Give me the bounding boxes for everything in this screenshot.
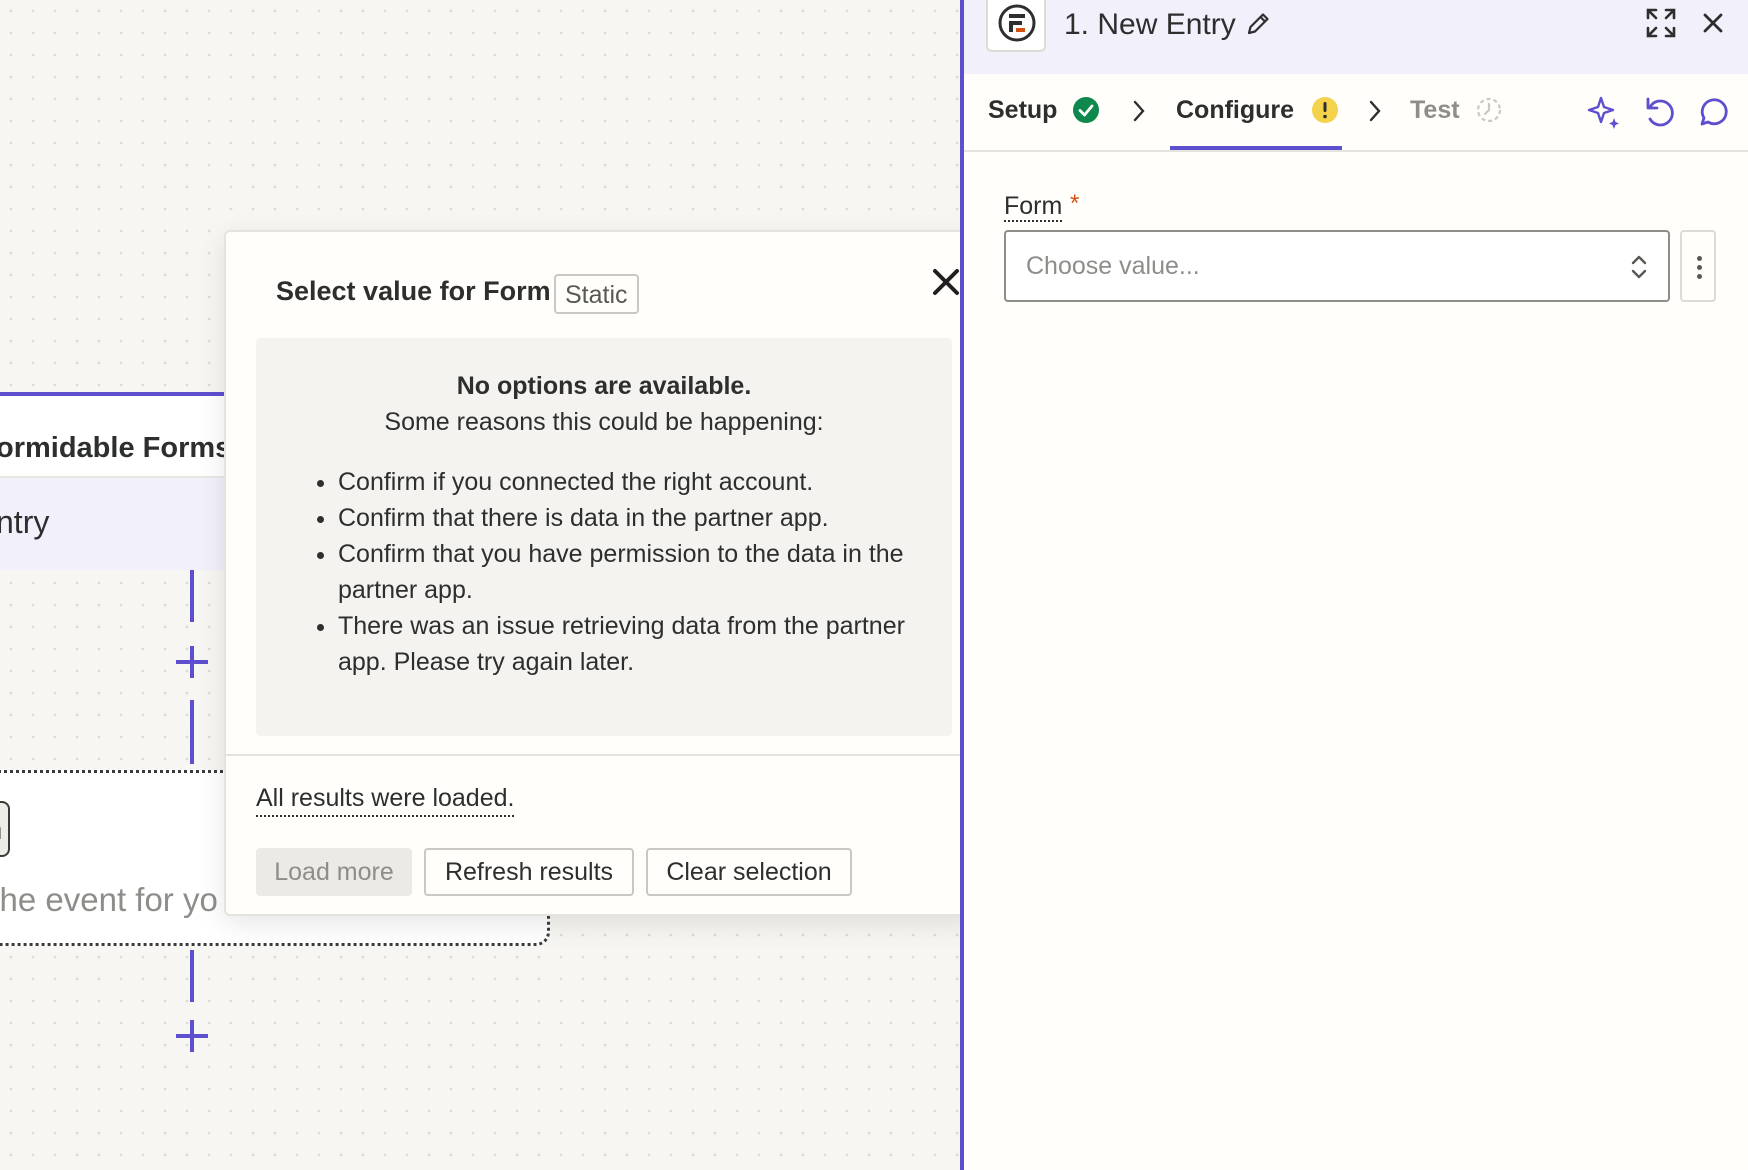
tab-setup[interactable]: Setup — [988, 96, 1100, 125]
trigger-step-card[interactable]: ormidable Forms ntry — [0, 392, 260, 570]
reasons-list: Confirm if you connected the right accou… — [316, 464, 936, 680]
check-circle-icon — [1073, 97, 1100, 123]
active-tab-indicator — [1170, 146, 1342, 150]
pencil-edit-icon[interactable] — [1244, 10, 1272, 43]
undo-icon[interactable] — [1642, 94, 1678, 135]
divider — [226, 754, 982, 756]
ai-sparkle-icon[interactable] — [1586, 94, 1622, 135]
connector-line — [190, 700, 194, 764]
action-placeholder-text: t the event for yo — [0, 881, 218, 918]
no-options-subheading: Some reasons this could be happening: — [384, 408, 824, 436]
formidable-forms-app-icon — [986, 0, 1046, 52]
static-badge: Static — [554, 274, 639, 314]
results-status: All results were loaded. — [256, 784, 515, 817]
add-step-plus-icon[interactable] — [176, 1020, 208, 1052]
expand-icon[interactable] — [1644, 6, 1678, 45]
step-title: 1. New Entry — [1064, 8, 1236, 41]
warning-circle-icon — [1312, 97, 1338, 123]
action-app-chip: n — [0, 801, 10, 857]
tab-configure[interactable]: Configure — [1176, 96, 1339, 125]
add-step-plus-icon[interactable] — [176, 646, 208, 678]
chevron-up-down-icon — [1628, 250, 1650, 291]
no-options-heading: No options are available. — [456, 372, 752, 400]
select-placeholder: Choose value... — [1026, 252, 1200, 280]
tab-test[interactable]: Test — [1410, 96, 1503, 125]
tab-label: Setup — [988, 96, 1058, 124]
close-panel-icon[interactable] — [1698, 8, 1728, 43]
tab-label: Test — [1410, 96, 1460, 124]
select-value-dialog: Select value for Form Static No options … — [224, 230, 984, 916]
clear-selection-button[interactable]: Clear selection — [646, 848, 852, 896]
form-field-label: Form — [1004, 192, 1063, 222]
list-item: Confirm that there is data in the partne… — [338, 500, 936, 536]
list-item: There was an issue retrieving data from … — [338, 608, 936, 680]
refresh-results-button[interactable]: Refresh results — [424, 848, 634, 896]
form-select-dropdown[interactable]: Choose value... — [1004, 230, 1670, 302]
panel-header: 1. New Entry — [964, 0, 1748, 74]
list-item: Confirm that you have permission to the … — [338, 536, 936, 608]
tab-label: Configure — [1176, 96, 1295, 124]
step-editor-panel: 1. New Entry Setup Configure Test Form *… — [960, 0, 1748, 1170]
connector-line — [190, 950, 194, 1002]
step-tabs: Setup Configure Test — [964, 74, 1748, 152]
trigger-app-name: ormidable Forms — [0, 396, 256, 478]
chevron-right-icon — [1128, 98, 1150, 129]
dialog-title: Select value for Form — [276, 276, 551, 306]
connector-line — [190, 570, 194, 622]
more-options-kebab-icon[interactable] — [1680, 230, 1716, 302]
list-item: Confirm if you connected the right accou… — [338, 464, 936, 500]
pending-clock-icon — [1476, 97, 1501, 123]
chevron-right-icon — [1364, 98, 1386, 129]
load-more-button[interactable]: Load more — [256, 848, 412, 896]
comment-icon[interactable] — [1694, 94, 1730, 135]
trigger-event-name: ntry — [0, 478, 256, 570]
required-marker: * — [1070, 190, 1080, 217]
no-options-panel: No options are available. Some reasons t… — [256, 338, 952, 736]
